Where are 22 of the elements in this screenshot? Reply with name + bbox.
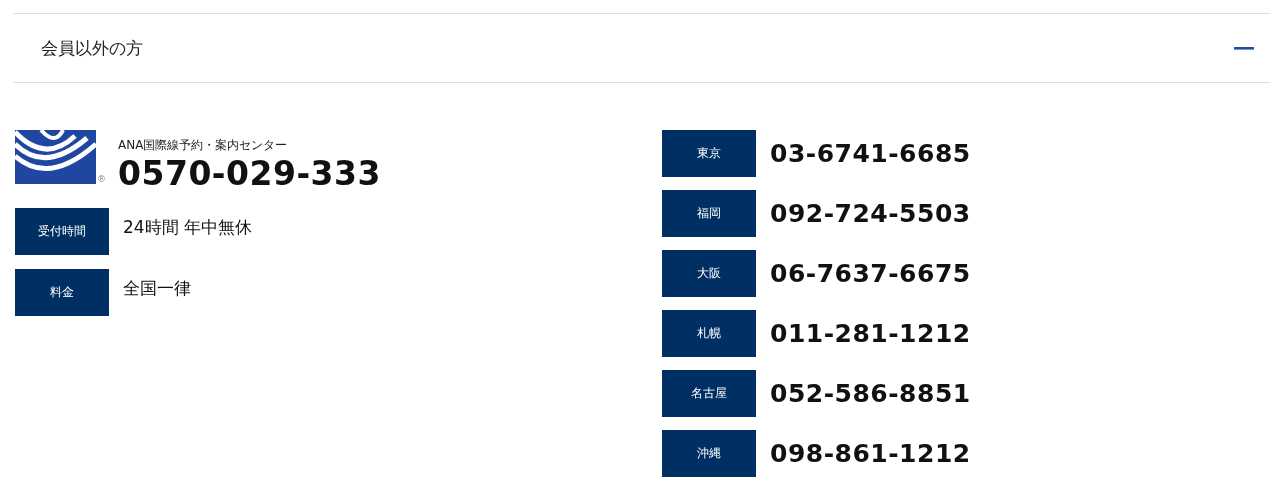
office-phone: 03-6741-6685	[770, 139, 971, 168]
office-phone: 06-7637-6675	[770, 259, 971, 288]
city-label: 名古屋	[662, 370, 756, 417]
info-label: 料金	[15, 269, 109, 316]
office-phone: 011-281-1212	[770, 319, 971, 348]
info-value: 全国一律	[123, 277, 191, 300]
info-value: 24時間 年中無休	[123, 216, 253, 239]
office-phone: 098-861-1212	[770, 439, 971, 468]
city-label: 福岡	[662, 190, 756, 237]
city-label: 東京	[662, 130, 756, 177]
accordion-title: 会員以外の方	[41, 36, 143, 60]
center-name: ANA国際線予約・案内センター	[118, 137, 289, 154]
office-phone: 052-586-8851	[770, 379, 971, 408]
logo-icon	[15, 130, 96, 184]
office-phone: 092-724-5503	[770, 199, 971, 228]
city-label: 大阪	[662, 250, 756, 297]
city-label: 沖縄	[662, 430, 756, 477]
center-phone: 0570-029-333	[118, 154, 381, 194]
info-label: 受付時間	[15, 208, 109, 255]
city-label: 札幌	[662, 310, 756, 357]
accordion-header[interactable]: 会員以外の方	[13, 13, 1270, 83]
registered-mark: ®	[97, 175, 106, 184]
